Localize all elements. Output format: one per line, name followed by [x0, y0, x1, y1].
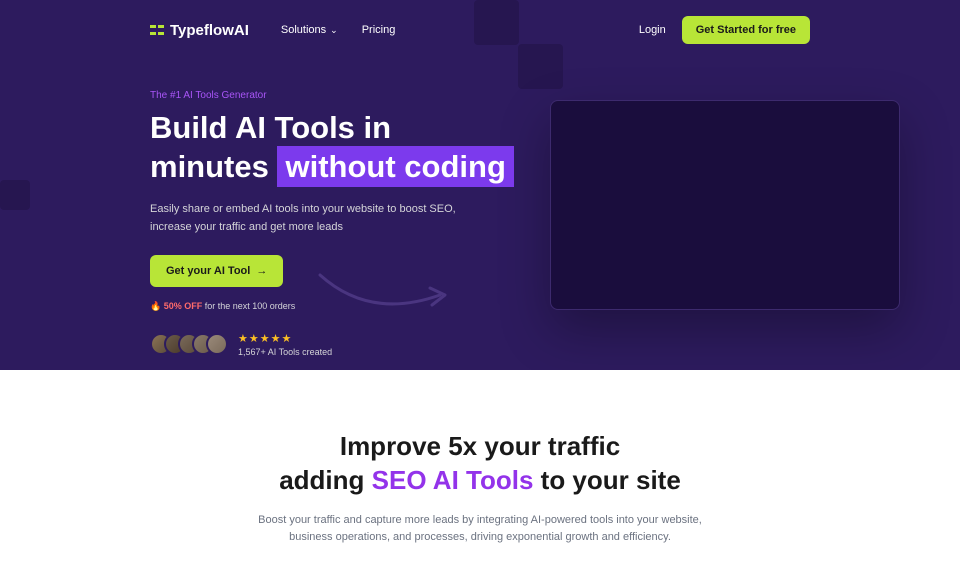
hero-section: TypeflowAI Solutions ⌄ Pricing Login Get… — [0, 0, 960, 370]
offer-text: 🔥 50% OFF for the next 100 orders — [150, 301, 810, 312]
nav-solutions[interactable]: Solutions ⌄ — [281, 24, 338, 36]
title-highlight: without coding — [277, 146, 513, 187]
tools-count: 1,567+ AI Tools created — [238, 347, 332, 357]
hero-content: The #1 AI Tools Generator Build AI Tools… — [0, 60, 960, 357]
navbar: TypeflowAI Solutions ⌄ Pricing Login Get… — [0, 0, 960, 60]
offer-rest: for the next 100 orders — [202, 301, 295, 311]
get-started-button[interactable]: Get Started for free — [682, 16, 810, 44]
login-link[interactable]: Login — [639, 24, 666, 36]
s2-line1: Improve 5x your traffic — [340, 431, 620, 461]
get-tool-button[interactable]: Get your AI Tool → — [150, 255, 283, 287]
brand-name: TypeflowAI — [170, 22, 249, 39]
s2-line2-post: to your site — [533, 465, 680, 495]
arrow-right-icon: → — [256, 265, 267, 277]
avatar-stack — [150, 333, 228, 355]
tagline: The #1 AI Tools Generator — [150, 90, 810, 101]
nav-pricing[interactable]: Pricing — [362, 24, 396, 36]
star-icons: ★★★★★ — [238, 332, 332, 345]
nav-solutions-label: Solutions — [281, 24, 326, 36]
traffic-section: Improve 5x your traffic adding SEO AI To… — [0, 370, 960, 577]
title-line1: Build AI Tools in — [150, 110, 391, 145]
nav-right: Login Get Started for free — [639, 16, 810, 44]
social-proof: ★★★★★ 1,567+ AI Tools created — [150, 332, 810, 357]
rating-wrap: ★★★★★ 1,567+ AI Tools created — [238, 332, 332, 357]
chevron-down-icon: ⌄ — [330, 25, 338, 36]
get-tool-label: Get your AI Tool — [166, 265, 250, 277]
s2-highlight: SEO AI Tools — [372, 465, 534, 495]
avatar — [206, 333, 228, 355]
logo-icon — [150, 23, 164, 37]
section2-subtitle: Boost your traffic and capture more lead… — [240, 512, 720, 547]
section2-title: Improve 5x your traffic adding SEO AI To… — [150, 430, 810, 498]
hero-title: Build AI Tools in minutes without coding — [150, 109, 810, 187]
offer-badge: 🔥 50% OFF — [150, 301, 202, 311]
nav-links: Solutions ⌄ Pricing — [281, 24, 395, 36]
logo[interactable]: TypeflowAI — [150, 22, 249, 39]
title-line2-pre: minutes — [150, 149, 269, 184]
hero-subtitle: Easily share or embed AI tools into your… — [150, 201, 490, 236]
nav-pricing-label: Pricing — [362, 24, 396, 36]
s2-line2-pre: adding — [279, 465, 371, 495]
